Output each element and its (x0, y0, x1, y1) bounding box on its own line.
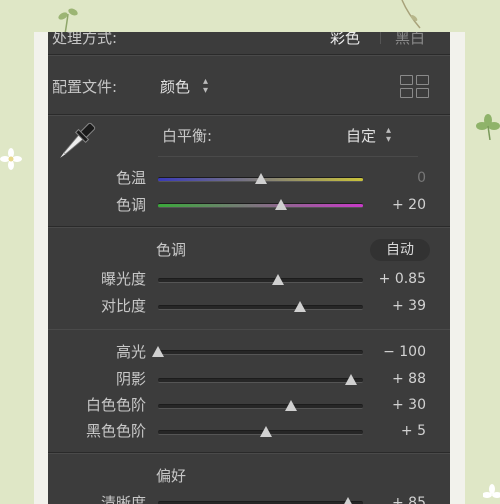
treatment-color-option[interactable]: 彩色 (330, 32, 360, 46)
clarity-value[interactable]: + 85 (346, 495, 426, 504)
treatment-bw-option[interactable]: 黑白 (395, 32, 425, 46)
temp-slider-thumb[interactable] (254, 173, 267, 184)
sprout-decoration-icon (58, 8, 78, 34)
contrast-slider-thumb[interactable] (294, 301, 307, 312)
temp-label: 色温 (115, 169, 146, 187)
contrast-slider-track[interactable] (158, 305, 363, 310)
tint-value[interactable]: + 20 (346, 197, 426, 213)
temp-value[interactable]: 0 (346, 170, 426, 186)
contrast-value[interactable]: + 39 (346, 298, 426, 314)
tint-slider-thumb[interactable] (275, 199, 287, 210)
twig-decoration-icon (401, 0, 421, 29)
tone-divider (48, 329, 450, 330)
profile-dropdown[interactable]: 颜色 (160, 79, 190, 95)
contrast-label: 对比度 (100, 297, 146, 315)
treatment-label: 处理方式: (52, 32, 118, 47)
wb-dropdown-arrows-icon[interactable]: ▴ ▾ (386, 126, 391, 145)
exposure-slider-thumb[interactable] (271, 274, 284, 285)
blacks-slider-thumb[interactable] (259, 426, 272, 437)
clarity-label: 清晰度 (100, 494, 146, 504)
clover-decoration-icon (476, 114, 500, 140)
whites-slider-thumb[interactable] (285, 400, 298, 411)
treatment-divider (380, 32, 381, 44)
blacks-value[interactable]: + 5 (346, 423, 426, 439)
whites-slider-track[interactable] (158, 404, 363, 409)
presence-section-title: 偏好 (156, 467, 187, 485)
basic-panel: 处理方式: 彩色 黑白 配置文件: 颜色 ▴ ▾ 白平衡: 自定 ▴ ▾ 色温 0 … (48, 32, 450, 504)
profile-label: 配置文件: (52, 78, 118, 96)
tint-label: 色调 (115, 196, 146, 214)
exposure-value[interactable]: + 0.85 (346, 271, 426, 287)
highlights-slider-thumb[interactable] (152, 346, 164, 357)
tone-section-title: 色调 (156, 241, 187, 259)
highlights-slider-track[interactable] (158, 350, 363, 355)
profile-dropdown-arrows-icon[interactable]: ▴ ▾ (203, 77, 208, 96)
exposure-slider-track[interactable] (158, 278, 363, 283)
tint-slider-track[interactable] (158, 203, 363, 208)
profile-browser-grid-icon[interactable] (400, 75, 430, 99)
eyedropper-icon[interactable] (54, 120, 96, 166)
flower-decoration-icon (0, 148, 22, 170)
flower-decoration-icon-2 (483, 484, 500, 498)
wb-dropdown[interactable]: 自定 (346, 128, 376, 144)
blacks-label: 黑色色阶 (85, 422, 146, 440)
shadows-label: 阴影 (115, 370, 146, 388)
shadows-slider-track[interactable] (158, 378, 363, 383)
wb-underline (158, 156, 418, 157)
auto-tone-button[interactable]: 自动 (370, 239, 430, 261)
whites-label: 白色色阶 (85, 396, 146, 414)
highlights-label: 高光 (115, 343, 146, 361)
shadows-value[interactable]: + 88 (346, 371, 426, 387)
highlights-value[interactable]: − 100 (346, 344, 426, 360)
exposure-label: 曝光度 (100, 270, 146, 288)
wb-label: 白平衡: (162, 127, 213, 145)
whites-value[interactable]: + 30 (346, 397, 426, 413)
